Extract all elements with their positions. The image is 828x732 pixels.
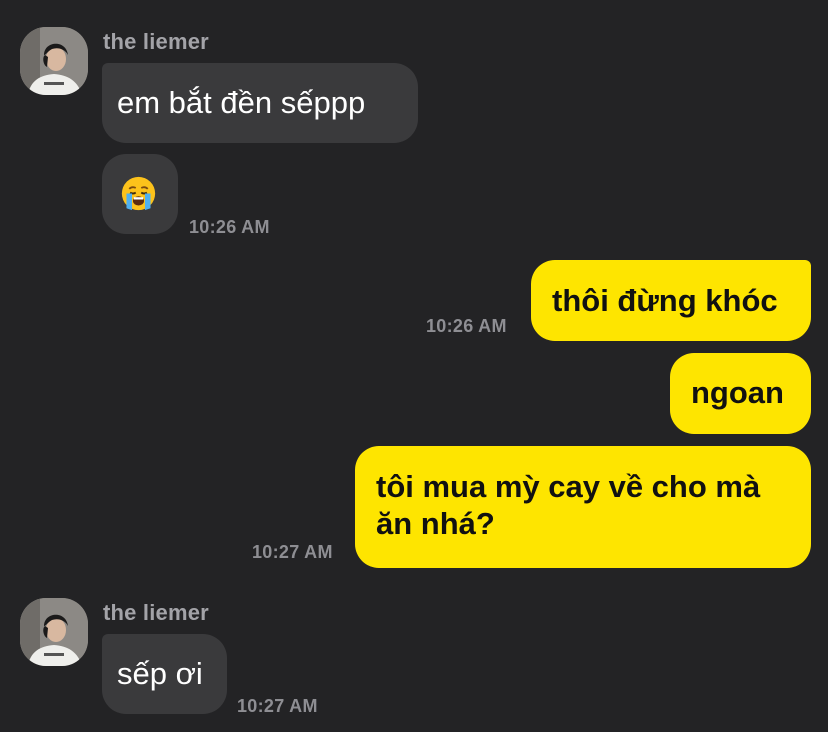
profile-photo [20, 598, 88, 666]
avatar[interactable] [20, 598, 88, 666]
message-timestamp: 10:27 AM [252, 542, 333, 562]
profile-photo [20, 27, 88, 95]
incoming-message-bubble[interactable]: em bắt đền sếppp [102, 63, 418, 143]
incoming-message-bubble[interactable]: sếp ơi [102, 634, 227, 714]
message-line: tôi mua mỳ cay về cho mà [376, 469, 761, 504]
sender-name: the liemer [103, 600, 209, 625]
message-timestamp: 10:26 AM [189, 217, 270, 237]
sender-name: the liemer [103, 29, 209, 54]
outgoing-message-bubble[interactable]: ngoan [670, 353, 811, 434]
message-line: ăn nhá? [376, 506, 495, 541]
incoming-emoji-bubble[interactable] [102, 154, 178, 234]
outgoing-message-bubble[interactable]: thôi đừng khóc [531, 260, 811, 341]
message-timestamp: 10:26 AM [426, 316, 507, 336]
crying-face-icon [121, 176, 156, 211]
outgoing-message-bubble[interactable]: tôi mua mỳ cay về cho mà ăn nhá? [355, 446, 811, 568]
avatar[interactable] [20, 27, 88, 95]
message-timestamp: 10:27 AM [237, 696, 318, 716]
